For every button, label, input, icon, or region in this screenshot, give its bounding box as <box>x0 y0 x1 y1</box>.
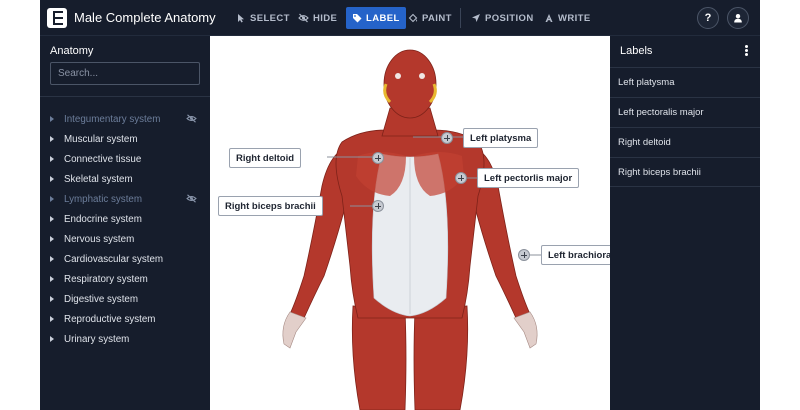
caret-right-icon[interactable] <box>50 256 54 262</box>
label-pin-right-biceps-brachii[interactable] <box>372 200 384 212</box>
sidebar-item-endocrine[interactable]: Endocrine system <box>40 209 210 229</box>
sidebar-divider <box>40 96 210 97</box>
caret-right-icon[interactable] <box>50 116 54 122</box>
system-list: Integumentary system Muscular system Con… <box>40 109 210 349</box>
hide-tool-button[interactable]: HIDE <box>292 7 343 29</box>
label-pin-left-platysma[interactable] <box>441 132 453 144</box>
sidebar-item-lymphatic[interactable]: Lymphatic system <box>40 189 210 209</box>
sidebar-item-urinary[interactable]: Urinary system <box>40 329 210 349</box>
caret-right-icon[interactable] <box>50 176 54 182</box>
label-right-biceps-brachii[interactable]: Right biceps brachii <box>218 196 323 216</box>
sidebar-item-muscular[interactable]: Muscular system <box>40 129 210 149</box>
anatomy-model[interactable] <box>210 36 610 410</box>
sidebar-item-label: Endocrine system <box>64 213 142 225</box>
labels-panel: Labels Left platysma Left pectoralis maj… <box>610 36 760 410</box>
sidebar-item-label: Urinary system <box>64 333 130 345</box>
anatomy-sidebar: Anatomy Integumentary system Muscular sy… <box>40 36 210 410</box>
label-left-platysma[interactable]: Left platysma <box>463 128 539 148</box>
sidebar-item-label: Digestive system <box>64 293 139 305</box>
cursor-icon <box>238 14 244 23</box>
anatomy-title: Anatomy <box>50 45 94 57</box>
label-pin-left-brachioradialis[interactable] <box>518 249 530 261</box>
help-label: ? <box>704 12 712 24</box>
label-pin-right-deltoid[interactable] <box>372 152 384 164</box>
label-tool-button[interactable]: LABEL <box>346 7 406 29</box>
caret-right-icon[interactable] <box>50 336 54 342</box>
label-pin-left-pectoralis-major[interactable] <box>455 172 467 184</box>
sidebar-item-reproductive[interactable]: Reproductive system <box>40 309 210 329</box>
sidebar-item-digestive[interactable]: Digestive system <box>40 289 210 309</box>
caret-right-icon[interactable] <box>50 136 54 142</box>
sidebar-item-label: Integumentary system <box>64 113 161 125</box>
label-right-deltoid[interactable]: Right deltoid <box>229 148 302 168</box>
kebab-menu-icon[interactable] <box>745 45 748 56</box>
label-list-item[interactable]: Right biceps brachii <box>610 157 760 187</box>
sidebar-item-connective[interactable]: Connective tissue <box>40 149 210 169</box>
sidebar-item-label: Respiratory system <box>64 273 148 285</box>
sidebar-item-cardiovascular[interactable]: Cardiovascular system <box>40 249 210 269</box>
label-left-pectoralis-major[interactable]: Left pectorlis major <box>477 168 580 188</box>
caret-right-icon[interactable] <box>50 216 54 222</box>
sidebar-item-label: Connective tissue <box>64 153 142 165</box>
help-button[interactable]: ? <box>697 7 719 29</box>
paint-bucket-icon <box>408 13 418 23</box>
caret-right-icon[interactable] <box>50 196 54 202</box>
sidebar-item-label: Reproductive system <box>64 313 156 325</box>
caret-right-icon[interactable] <box>50 236 54 242</box>
paint-tool-button[interactable]: PAINT <box>402 7 458 29</box>
app-frame: Male Complete Anatomy SELECT HIDE LABEL … <box>40 0 760 410</box>
caret-right-icon[interactable] <box>50 296 54 302</box>
label-list-item[interactable]: Right deltoid <box>610 127 760 157</box>
app-title: Male Complete Anatomy <box>74 10 216 25</box>
search-box <box>50 62 200 85</box>
navigation-arrow-icon <box>472 14 480 22</box>
paint-tool-label: PAINT <box>422 12 452 24</box>
label-list-item[interactable]: Left platysma <box>610 67 760 97</box>
position-tool-button[interactable]: POSITION <box>465 7 540 29</box>
sidebar-item-label: Skeletal system <box>64 173 133 185</box>
sidebar-item-nervous[interactable]: Nervous system <box>40 229 210 249</box>
sidebar-item-label: Nervous system <box>64 233 135 245</box>
sidebar-item-integumentary[interactable]: Integumentary system <box>40 109 210 129</box>
select-tool-label: SELECT <box>250 12 290 24</box>
search-input[interactable] <box>51 63 199 84</box>
labels-list: Left platysma Left pectoralis major Righ… <box>610 67 760 187</box>
caret-right-icon[interactable] <box>50 156 54 162</box>
top-bar: Male Complete Anatomy SELECT HIDE LABEL … <box>40 0 760 36</box>
sidebar-item-respiratory[interactable]: Respiratory system <box>40 269 210 289</box>
sidebar-item-label: Cardiovascular system <box>64 253 164 265</box>
eye-slash-icon <box>298 13 309 23</box>
tag-icon <box>353 14 362 23</box>
select-tool-button[interactable]: SELECT <box>230 7 296 29</box>
labels-title: Labels <box>620 45 653 57</box>
app-logo-icon[interactable] <box>47 8 67 28</box>
toolbar-separator <box>460 8 461 28</box>
sidebar-item-label: Lymphatic system <box>64 193 143 205</box>
write-tool-button[interactable]: WRITE <box>538 7 597 29</box>
hidden-eye-icon[interactable] <box>186 114 197 123</box>
pen-nib-icon <box>545 14 553 22</box>
user-icon <box>734 14 742 23</box>
sidebar-item-skeletal[interactable]: Skeletal system <box>40 169 210 189</box>
3d-viewport[interactable]: Left platysma Right deltoid Left pectorl… <box>210 36 610 410</box>
write-tool-label: WRITE <box>558 12 591 24</box>
sidebar-item-label: Muscular system <box>64 133 138 145</box>
label-left-brachioradialis[interactable]: Left brachioradialis <box>541 245 610 265</box>
hide-tool-label: HIDE <box>313 12 338 24</box>
caret-right-icon[interactable] <box>50 316 54 322</box>
position-tool-label: POSITION <box>485 12 534 24</box>
account-button[interactable] <box>727 7 749 29</box>
caret-right-icon[interactable] <box>50 276 54 282</box>
label-tool-label: LABEL <box>366 12 400 24</box>
hidden-eye-icon[interactable] <box>186 194 197 203</box>
label-list-item[interactable]: Left pectoralis major <box>610 97 760 127</box>
